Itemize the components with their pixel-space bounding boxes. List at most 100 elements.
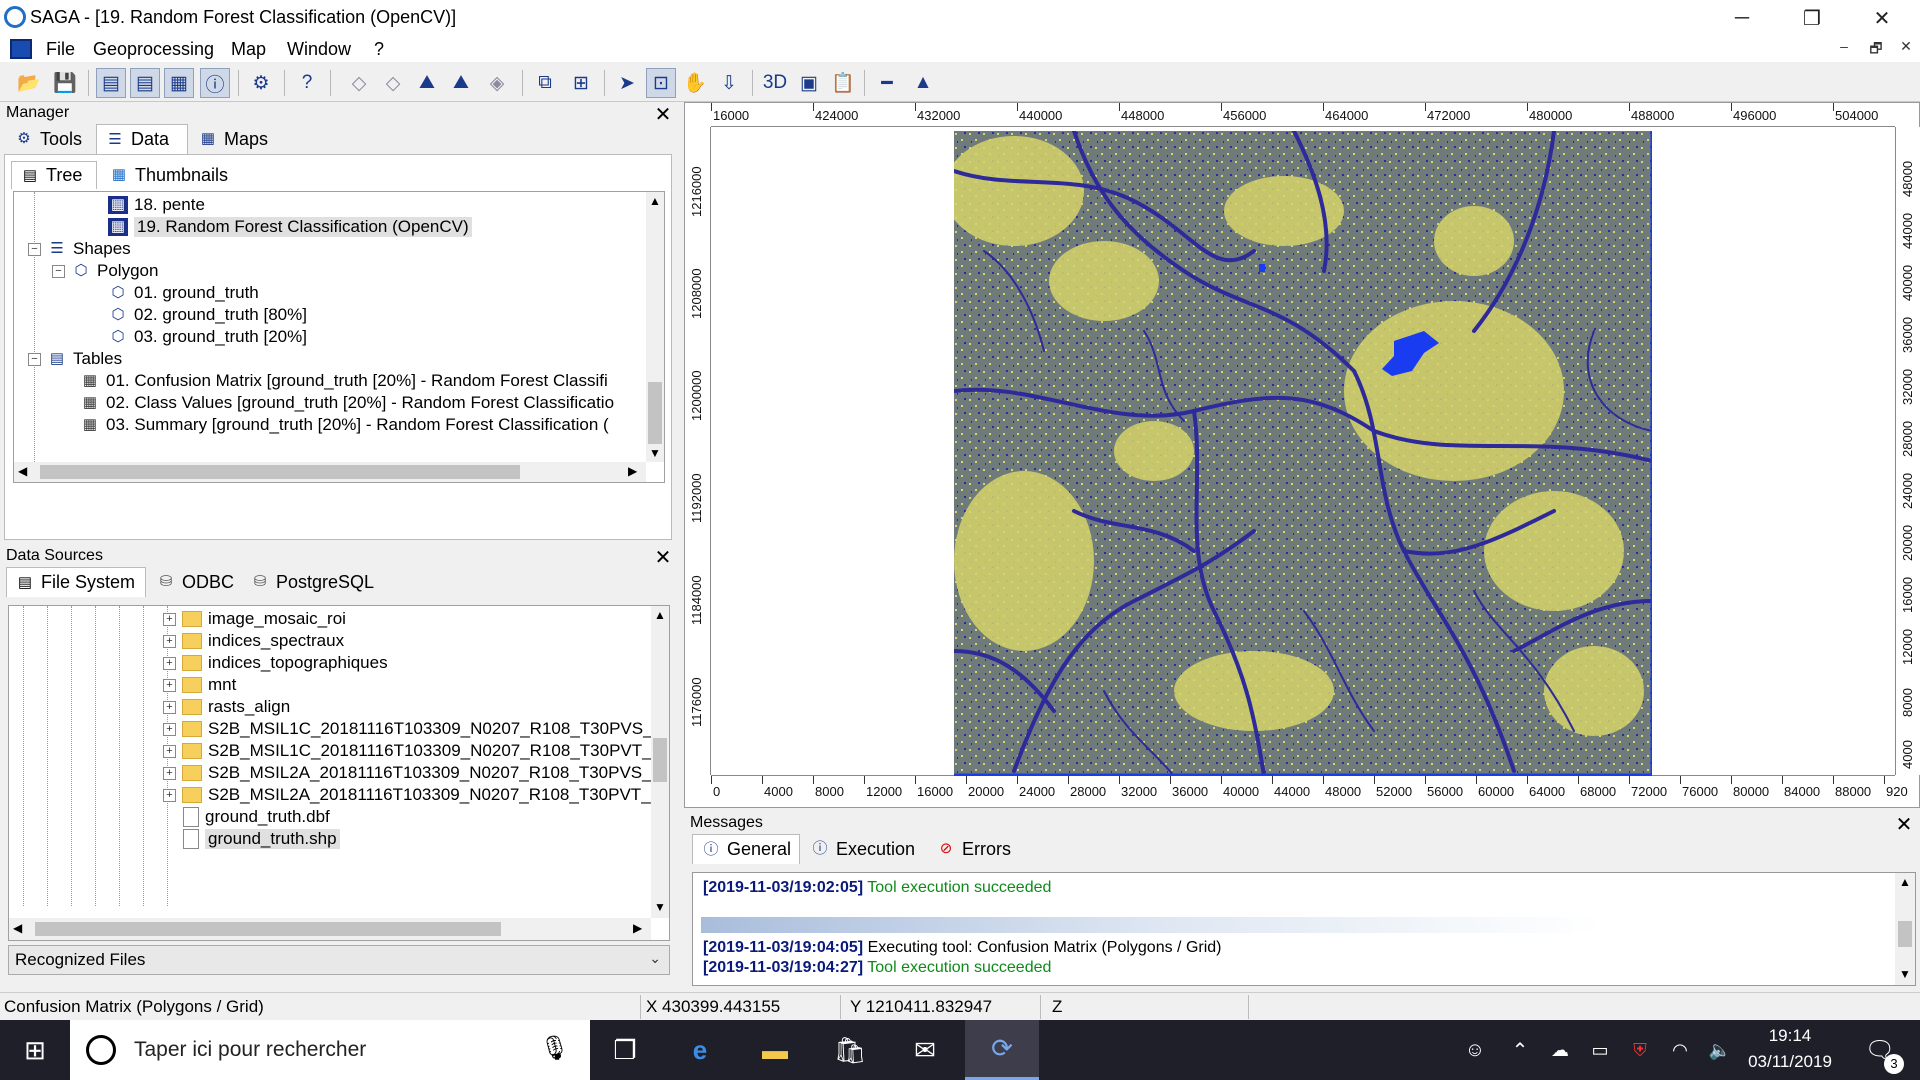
windows-start-icon[interactable]: ⊞ xyxy=(0,1020,70,1080)
scrollbar-thumb[interactable] xyxy=(1898,921,1912,947)
expand-icon[interactable]: + xyxy=(163,722,176,736)
clipboard-icon[interactable]: 📋 xyxy=(828,68,858,98)
taskbar-search[interactable]: Taper ici pour rechercher 🎙 xyxy=(70,1020,590,1080)
scroll-down-icon[interactable]: ▼ xyxy=(649,446,661,460)
scroll-up-icon[interactable]: ▲ xyxy=(649,194,661,208)
file-filter-select[interactable]: Recognized Files ⌄ xyxy=(8,945,670,975)
onedrive-icon[interactable]: ☁ xyxy=(1540,1020,1580,1080)
scroll-right-icon[interactable]: ▶ xyxy=(633,921,642,935)
north-arrow-icon[interactable]: ▲ xyxy=(908,68,938,98)
pan-down-icon[interactable]: ⇩ xyxy=(714,68,744,98)
expand-icon[interactable]: + xyxy=(163,700,176,714)
security-alert-icon[interactable]: ⛨ xyxy=(1620,1020,1660,1080)
open-icon[interactable]: 📂 xyxy=(14,68,44,98)
file-tree-horizontal-scrollbar[interactable]: ◀ ▶ xyxy=(9,918,651,940)
mdi-restore-button[interactable]: 🗗 xyxy=(1864,38,1888,60)
menu-map[interactable]: Map xyxy=(231,39,266,60)
zoom-previous-icon[interactable]: ◇ xyxy=(344,68,374,98)
expand-icon[interactable]: + xyxy=(163,766,176,780)
tab-general[interactable]: ⓘ General xyxy=(692,834,800,864)
scroll-down-icon[interactable]: ▼ xyxy=(1899,967,1911,981)
subtab-thumbnails[interactable]: ▦ Thumbnails xyxy=(101,161,236,189)
tree-item-polygon[interactable]: ⬡ 03. ground_truth [20%] xyxy=(108,324,307,350)
data-sources-window-icon[interactable]: ▤ xyxy=(130,68,160,98)
collapse-icon[interactable]: − xyxy=(28,242,41,256)
battery-icon[interactable]: ▭ xyxy=(1580,1020,1620,1080)
zoom-active-layer-icon[interactable]: ⛰ xyxy=(446,68,476,98)
scrollbar-thumb[interactable] xyxy=(653,738,667,782)
store-icon[interactable]: 🛍 xyxy=(815,1020,885,1080)
scroll-up-icon[interactable]: ▲ xyxy=(654,608,666,622)
tab-maps[interactable]: ▦ Maps xyxy=(190,124,276,154)
expand-icon[interactable]: + xyxy=(163,612,176,626)
tab-execution[interactable]: ⓘ Execution xyxy=(802,834,923,864)
mail-icon[interactable]: ✉ xyxy=(890,1020,960,1080)
crosshair-sync-icon[interactable]: ⊞ xyxy=(566,68,596,98)
map-view[interactable]: 16000 424000 432000 440000 448000 456000 46400… xyxy=(684,102,1920,808)
scrollbar-thumb[interactable] xyxy=(648,382,662,444)
properties-info-icon[interactable]: ⓘ xyxy=(200,68,230,98)
tree-item-table[interactable]: ▦ 03. Summary [ground_truth [20%] - Rand… xyxy=(80,412,609,438)
expand-icon[interactable]: + xyxy=(163,744,176,758)
tree-horizontal-scrollbar[interactable]: ◀ ▶ xyxy=(14,462,646,482)
mdi-child-icon[interactable] xyxy=(10,39,32,59)
close-button[interactable]: ✕ xyxy=(1852,0,1912,36)
layout-icon[interactable]: ▣ xyxy=(794,68,824,98)
tools-gear-icon[interactable]: ⚙ xyxy=(246,68,276,98)
scroll-left-icon[interactable]: ◀ xyxy=(13,921,22,935)
scroll-down-icon[interactable]: ▼ xyxy=(654,900,666,914)
collapse-icon[interactable]: − xyxy=(28,352,41,366)
task-view-icon[interactable]: ❐ xyxy=(590,1020,660,1080)
manager-close-icon[interactable]: ✕ xyxy=(653,102,673,127)
synchronize-maps-icon[interactable]: ⧉ xyxy=(530,68,560,98)
expand-icon[interactable]: + xyxy=(163,634,176,648)
maximize-button[interactable]: ❐ xyxy=(1782,0,1842,36)
file-explorer-icon[interactable]: ▬ xyxy=(740,1020,810,1080)
menu-help[interactable]: ? xyxy=(374,39,384,60)
minimize-button[interactable]: ─ xyxy=(1712,0,1772,36)
expand-icon[interactable]: + xyxy=(163,678,176,692)
data-sources-close-icon[interactable]: ✕ xyxy=(653,545,673,570)
menu-file[interactable]: File xyxy=(46,39,75,60)
tab-postgresql[interactable]: ⛁ PostgreSQL xyxy=(242,567,382,597)
manager-window-icon[interactable]: ▤ xyxy=(96,68,126,98)
tree-item-grid-selected[interactable]: ▦ 19. Random Forest Classification (Open… xyxy=(108,214,472,240)
pointer-tool-icon[interactable]: ➤ xyxy=(612,68,642,98)
3d-view-icon[interactable]: 3D xyxy=(760,68,790,98)
clock-time[interactable]: 19:14 xyxy=(1740,1026,1840,1046)
edge-browser-icon[interactable]: e xyxy=(665,1020,735,1080)
collapse-icon[interactable]: − xyxy=(52,264,65,278)
scroll-up-icon[interactable]: ▲ xyxy=(1899,875,1911,889)
saga-taskbar-icon[interactable]: ⟳ xyxy=(965,1020,1039,1080)
scrollbar-thumb[interactable] xyxy=(40,465,520,479)
expand-icon[interactable]: + xyxy=(163,656,176,670)
scrollbar-thumb[interactable] xyxy=(35,922,501,936)
tree-vertical-scrollbar[interactable]: ▲ ▼ xyxy=(646,192,664,462)
zoom-next-icon[interactable]: ◇ xyxy=(378,68,408,98)
mdi-minimize-button[interactable]: – xyxy=(1832,38,1856,60)
tab-errors[interactable]: ⊘ Errors xyxy=(928,834,1019,864)
tab-tools[interactable]: ⚙ Tools xyxy=(6,124,90,154)
file-item[interactable]: ground_truth.shp xyxy=(183,826,340,852)
measure-distance-icon[interactable]: ━ xyxy=(872,68,902,98)
zoom-full-icon[interactable]: ⛰ xyxy=(412,68,442,98)
clock-date[interactable]: 03/11/2019 xyxy=(1730,1052,1850,1072)
zoom-tool-icon[interactable]: ⊡ xyxy=(646,68,676,98)
microphone-icon[interactable]: 🎙 xyxy=(540,1034,570,1063)
messages-close-icon[interactable]: ✕ xyxy=(1894,812,1914,837)
messages-scrollbar[interactable]: ▲ ▼ xyxy=(1895,873,1915,985)
tray-chevron-icon[interactable]: ⌃ xyxy=(1500,1020,1540,1080)
tab-data[interactable]: ☰ Data xyxy=(96,124,188,154)
menu-geoprocessing[interactable]: Geoprocessing xyxy=(93,39,214,60)
help-question-icon[interactable]: ? xyxy=(292,68,322,98)
scroll-left-icon[interactable]: ◀ xyxy=(18,464,27,478)
file-tree-vertical-scrollbar[interactable]: ▲ ▼ xyxy=(651,606,669,918)
tab-file-system[interactable]: ▤ File System xyxy=(6,567,146,597)
expand-icon[interactable]: + xyxy=(163,788,176,802)
menu-window[interactable]: Window xyxy=(287,39,351,60)
wifi-icon[interactable]: ◠ xyxy=(1660,1020,1700,1080)
subtab-tree[interactable]: ▤ Tree xyxy=(11,161,97,189)
zoom-selection-icon[interactable]: ◈ xyxy=(482,68,512,98)
save-icon[interactable]: 💾 xyxy=(50,68,80,98)
messages-window-icon[interactable]: ▦ xyxy=(164,68,194,98)
